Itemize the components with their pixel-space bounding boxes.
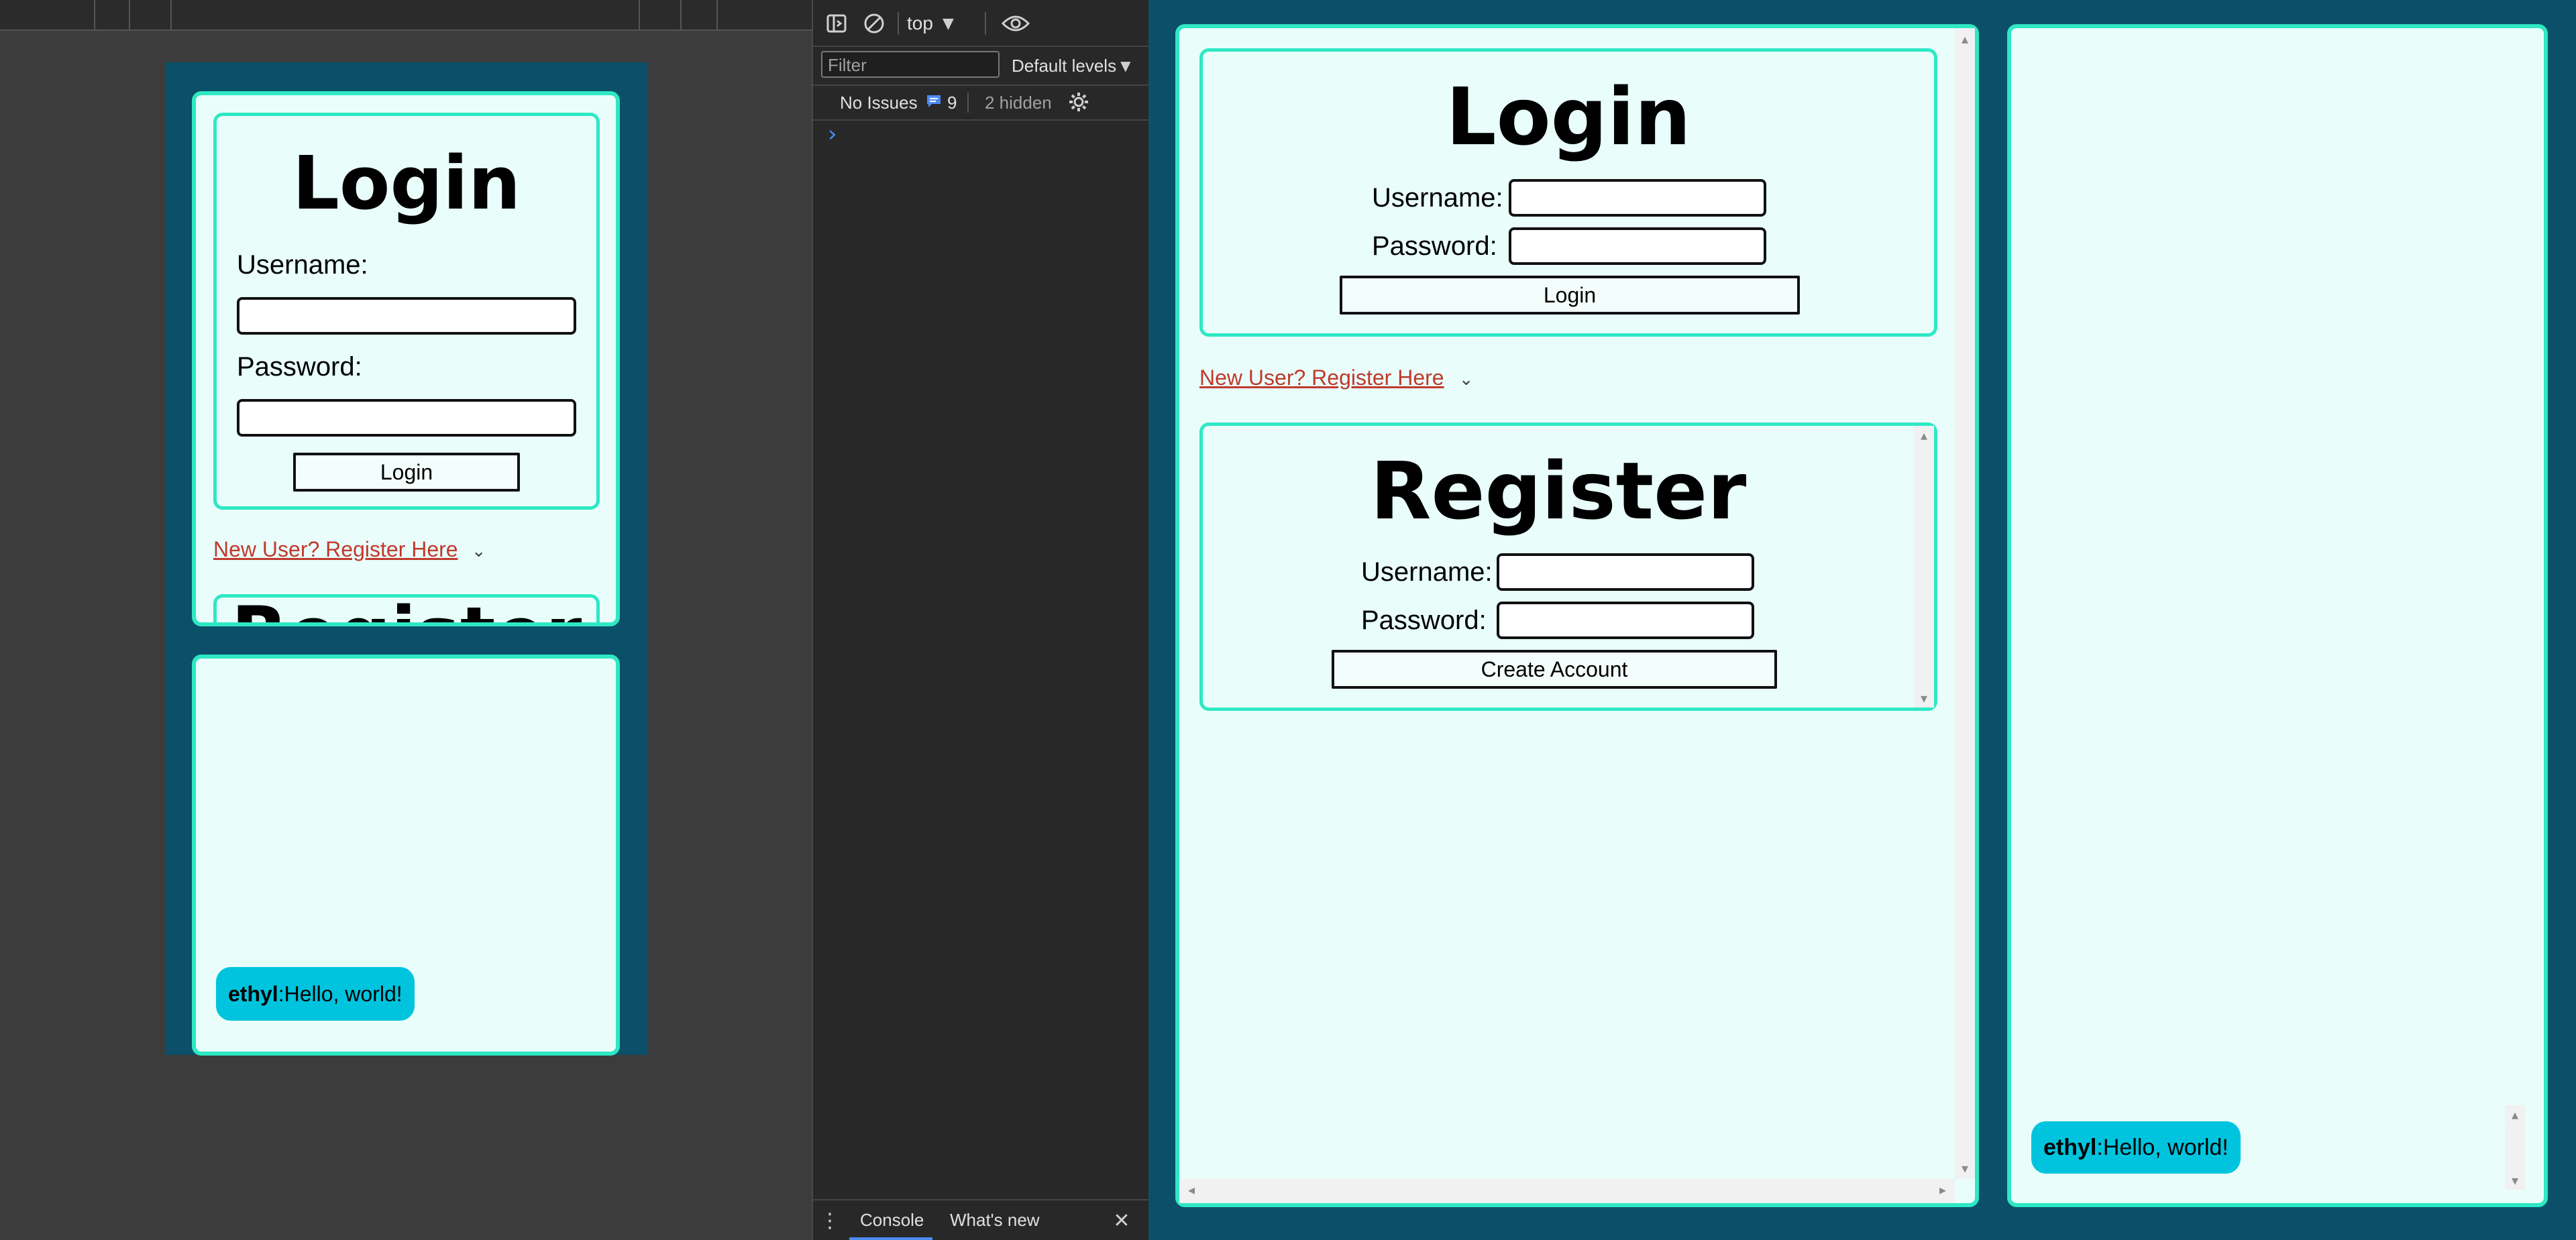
chat-text: Hello, world!	[2102, 1134, 2229, 1160]
password-label: Password:	[237, 352, 362, 382]
register-username-input[interactable]	[1497, 553, 1754, 591]
scroll-up-icon[interactable]: ▴	[2505, 1108, 2525, 1121]
log-levels-label: Default levels	[1012, 55, 1117, 76]
ruler-tick	[639, 0, 640, 31]
chat-username: ethyl	[2043, 1134, 2097, 1160]
username-label: Username:	[1372, 183, 1503, 213]
close-drawer-icon[interactable]: ✕	[1108, 1207, 1135, 1234]
toolbar-separator	[967, 93, 969, 113]
register-username-label: Username:	[1361, 557, 1493, 587]
mobile-auth-panel[interactable]: Login Username: Password: Login New User…	[192, 91, 620, 626]
filter-bar: Filter Default levels ▼	[813, 47, 1148, 86]
login-title: Login	[1446, 70, 1691, 163]
scroll-up-icon[interactable]: ▴	[1914, 429, 1934, 442]
dropdown-arrow-icon: ▼	[942, 15, 954, 32]
ruler-tick	[716, 0, 718, 31]
ruler-tick	[170, 0, 172, 31]
devtools-panel: top ▼ Filter Default levels ▼ No Issues …	[812, 0, 1148, 1240]
hidden-count: 2 hidden	[985, 93, 1052, 113]
tab-whats-new-label: What's new	[950, 1210, 1040, 1230]
sidebar-toggle-icon[interactable]	[821, 8, 852, 39]
filter-placeholder: Filter	[828, 55, 867, 75]
log-levels-dropdown[interactable]: Default levels ▼	[1012, 52, 1130, 79]
ruler-tick	[129, 0, 130, 31]
clear-console-icon[interactable]	[859, 8, 890, 39]
drawer-tabbar: ⋮ Console What's new ✕	[813, 1199, 1148, 1240]
register-link[interactable]: New User? Register Here	[1199, 365, 1444, 390]
password-input[interactable]	[237, 399, 576, 437]
chat-separator: :	[2096, 1134, 2103, 1160]
register-card[interactable]: Register Username: Password: Create Acco…	[1199, 422, 1937, 711]
scroll-down-icon[interactable]: ▾	[1914, 691, 1934, 705]
settings-gear-icon[interactable]	[1067, 90, 1091, 114]
context-selector[interactable]: top ▼	[907, 9, 954, 38]
desktop-chat-panel[interactable]: ethyl: Hello, world! ▴ ▾	[2007, 24, 2548, 1207]
message-icon	[924, 91, 943, 111]
context-label: top	[907, 13, 933, 34]
dropdown-arrow-icon: ▼	[1120, 58, 1131, 74]
message-count: 9	[947, 93, 957, 113]
register-password-input[interactable]	[1497, 602, 1754, 639]
tab-console-label: Console	[860, 1210, 924, 1230]
register-link[interactable]: New User? Register Here	[213, 537, 458, 561]
tab-console[interactable]: Console	[849, 1200, 932, 1240]
issues-bar: No Issues 9 2 hidden	[813, 86, 1148, 121]
password-input[interactable]	[1509, 227, 1766, 265]
create-account-button[interactable]: Create Account	[1332, 650, 1777, 689]
scroll-right-icon[interactable]: ▸	[1936, 1183, 1949, 1196]
auth-panel-scrollbar-h[interactable]: ◂ ▸	[1179, 1179, 1955, 1203]
chat-message: ethyl: Hello, world!	[2031, 1121, 2241, 1174]
password-label: Password:	[1372, 231, 1497, 261]
register-toggle[interactable]: New User? Register Here ⌄	[1199, 365, 1474, 390]
ruler-tick	[94, 0, 95, 31]
register-title-peek: Register	[217, 598, 596, 622]
device-ruler	[0, 0, 812, 31]
login-button[interactable]: Login	[293, 453, 520, 492]
login-card: Login Username: Password: Login	[1199, 48, 1937, 337]
chevron-down-icon[interactable]: ⌄	[1459, 370, 1474, 390]
scroll-up-icon[interactable]: ▴	[1955, 32, 1975, 46]
chevron-down-icon[interactable]: ⌄	[472, 541, 486, 561]
register-title: Register	[1370, 445, 1747, 537]
username-input[interactable]	[237, 297, 576, 335]
mobile-chat-panel[interactable]: ethyl: Hello, world!	[192, 655, 620, 1056]
username-label: Username:	[237, 250, 368, 280]
live-expression-eye-icon[interactable]	[997, 8, 1034, 39]
filter-input[interactable]: Filter	[821, 51, 1000, 78]
chat-username: ethyl	[228, 981, 278, 1006]
login-button[interactable]: Login	[1340, 276, 1800, 315]
console-toolbar: top ▼	[813, 0, 1148, 47]
chat-separator: :	[278, 981, 284, 1006]
console-prompt[interactable]: ›	[828, 121, 837, 148]
tab-whats-new[interactable]: What's new	[941, 1200, 1041, 1240]
auth-panel-scrollbar-v[interactable]: ▴ ▾	[1955, 28, 1975, 1179]
toolbar-separator	[985, 12, 986, 35]
register-toggle[interactable]: New User? Register Here ⌄	[213, 537, 486, 562]
chat-text: Hello, world!	[284, 981, 402, 1006]
mobile-login-card: Login Username: Password: Login	[213, 113, 600, 510]
toolbar-separator	[898, 12, 899, 35]
register-password-label: Password:	[1361, 606, 1487, 635]
login-title: Login	[292, 140, 521, 226]
desktop-auth-panel[interactable]: Login Username: Password: Login New User…	[1175, 24, 1979, 1207]
chat-message: ethyl: Hello, world!	[216, 967, 415, 1021]
register-scrollbar[interactable]: ▴ ▾	[1914, 426, 1934, 708]
chat-scrollbar[interactable]: ▴ ▾	[2505, 1105, 2525, 1190]
ruler-tick	[680, 0, 682, 31]
scroll-down-icon[interactable]: ▾	[2505, 1174, 2525, 1187]
scroll-down-icon[interactable]: ▾	[1955, 1162, 1975, 1175]
more-options-icon[interactable]: ⋮	[820, 1207, 840, 1234]
issues-status[interactable]: No Issues	[840, 93, 918, 113]
username-input[interactable]	[1509, 179, 1766, 217]
mobile-register-card: Register	[213, 594, 600, 622]
scroll-left-icon[interactable]: ◂	[1185, 1183, 1198, 1196]
